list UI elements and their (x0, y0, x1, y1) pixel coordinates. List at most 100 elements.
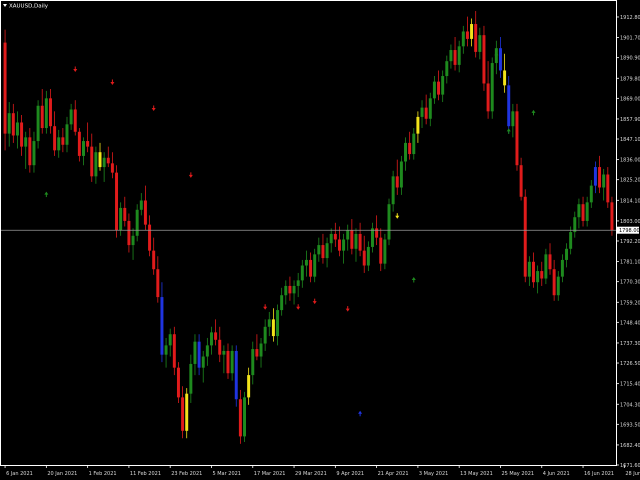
candle-body (424, 107, 428, 119)
x-tick-label: 11 Feb 2021 (130, 471, 161, 477)
candle-body (581, 204, 585, 221)
candle (490, 57, 494, 119)
candle-body (585, 202, 589, 221)
candle-body (57, 137, 61, 151)
candle (3, 29, 7, 151)
candle-body (119, 207, 123, 231)
candle-body (325, 243, 329, 259)
candle-body (115, 172, 119, 231)
x-tick-label: 6 Jan 2021 (6, 471, 33, 477)
candle-body (610, 202, 614, 231)
candle (185, 388, 189, 439)
candle-body (536, 271, 540, 283)
x-tick-label: 4 Jun 2021 (543, 471, 570, 477)
candle-body (457, 46, 461, 65)
x-tick-label: 13 May 2021 (460, 471, 493, 477)
candle-body (243, 397, 246, 437)
x-tick-label: 16 Jun 2021 (584, 471, 614, 477)
candle (523, 189, 527, 283)
y-tick-label: 1671.60 (620, 463, 640, 469)
candle-body (420, 107, 424, 117)
x-tick-label: 21 Apr 2021 (378, 471, 409, 477)
candle-body (507, 85, 511, 127)
candle-body (11, 113, 15, 136)
candle-body (375, 228, 379, 238)
candle-body (358, 233, 362, 251)
y-tick-label: 1814.10 (620, 198, 640, 204)
candle-body (441, 76, 445, 95)
candle-body (110, 163, 114, 173)
x-tick-label: 29 Mar 2021 (295, 471, 327, 477)
candle-body (428, 98, 432, 119)
x-tick-label: 3 May 2021 (419, 471, 448, 477)
y-tick-label: 1726.50 (620, 361, 640, 367)
candle-body (36, 105, 40, 142)
candle-body (135, 209, 139, 236)
x-tick-label: 1 Feb 2021 (89, 471, 117, 477)
candle-body (606, 174, 610, 203)
y-tick-label: 1879.80 (620, 76, 640, 82)
candle-body (15, 122, 19, 136)
candle-body (445, 61, 449, 77)
candle-body (28, 137, 32, 166)
candle-body (490, 63, 494, 112)
candle-body (44, 98, 48, 129)
candle-body (247, 375, 251, 398)
candle-body (552, 269, 556, 296)
chart-window[interactable]: 1912.80 1901.70 1890.90 1879.80 1869.00 1857.… (0, 0, 640, 480)
candle-body (77, 131, 81, 156)
candle-body (602, 174, 606, 188)
candle-body (205, 345, 209, 357)
candle-body (548, 254, 552, 270)
candle-body (478, 35, 482, 52)
candle-body (317, 245, 321, 255)
y-tick-label: 1770.30 (620, 280, 640, 286)
candle-body (482, 35, 486, 84)
x-tick-label: 28 Jun 2021 (625, 471, 640, 477)
candle-body (259, 343, 263, 357)
candle-body (214, 332, 218, 340)
candle-body (395, 176, 399, 188)
candle-body (565, 248, 569, 260)
candle-body (532, 261, 535, 283)
candle-body (288, 285, 292, 294)
y-tick-label: 1759.20 (620, 300, 640, 306)
candle-body (106, 157, 110, 164)
candle-body (300, 265, 304, 281)
candle-body (280, 295, 284, 311)
chart-title: XAUUSD,Daily (3, 4, 49, 10)
candle (515, 103, 519, 171)
candle-body (156, 269, 160, 298)
candle-body (371, 228, 374, 247)
candle-body (201, 356, 205, 368)
candle-body (342, 239, 346, 251)
candle-body (181, 397, 185, 431)
candle-body (160, 297, 164, 355)
x-tick-label: 20 Jan 2021 (47, 471, 77, 477)
candle-body (251, 349, 255, 376)
x-tick-label: 9 Apr 2021 (336, 471, 364, 477)
candle-body (453, 50, 457, 65)
candle-body (32, 141, 36, 166)
y-tick-label: 1704.30 (620, 402, 640, 408)
candlestick-chart[interactable]: 1912.80 1901.70 1890.90 1879.80 1869.00 1857.… (0, 0, 640, 480)
candle (234, 345, 238, 407)
candle-body (498, 48, 502, 71)
candle-body (391, 176, 395, 205)
x-tick-label: 5 Mar 2021 (212, 471, 241, 477)
candle-body (238, 399, 242, 437)
candle-body (168, 334, 172, 346)
candle-body (148, 224, 152, 251)
candle-body (449, 50, 453, 62)
candle-body (416, 116, 420, 134)
candle (115, 165, 119, 238)
y-tick-label: 1781.10 (620, 260, 640, 266)
candle (135, 204, 139, 242)
candle-body (304, 259, 308, 266)
candle-body (404, 142, 408, 162)
candle-body (65, 124, 69, 145)
candle-body (7, 113, 11, 134)
candle-body (20, 122, 24, 147)
candle-body (333, 233, 337, 240)
candle-body (350, 230, 354, 249)
